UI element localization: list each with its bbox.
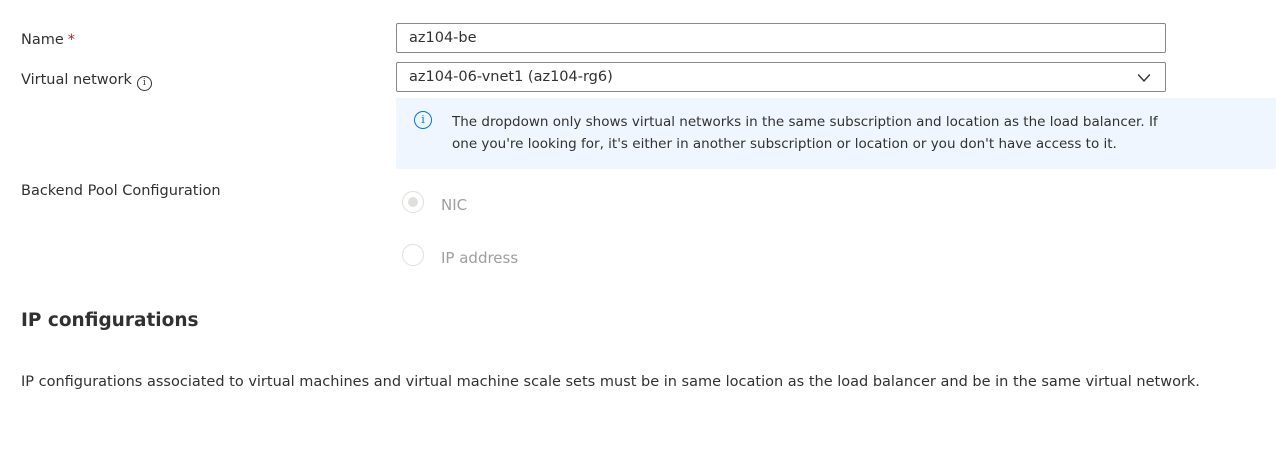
name-input[interactable]: az104-be bbox=[396, 23, 1166, 53]
virtual-network-selected-value: az104-06-vnet1 (az104-rg6) bbox=[409, 69, 613, 85]
radio-ip-address-label: IP address bbox=[441, 249, 519, 267]
virtual-network-info-message: i The dropdown only shows virtual networ… bbox=[396, 98, 1276, 169]
name-label: Name * bbox=[21, 30, 75, 50]
virtual-network-label-text: Virtual network bbox=[21, 72, 132, 88]
backend-pool-form: Name * az104-be Virtual network i az104-06… bbox=[0, 0, 1276, 451]
ip-configurations-heading: IP configurations bbox=[21, 310, 199, 331]
info-icon: i bbox=[414, 111, 432, 129]
info-message-text: The dropdown only shows virtual networks… bbox=[452, 111, 1276, 155]
chevron-down-icon bbox=[1137, 74, 1151, 82]
name-label-text: Name bbox=[21, 32, 64, 48]
info-message-line-2: one you're looking for, it's either in a… bbox=[452, 136, 1117, 152]
ip-configurations-description: IP configurations associated to virtual … bbox=[21, 374, 1200, 390]
radio-nic-label: NIC bbox=[441, 196, 468, 214]
radio-nic[interactable] bbox=[402, 191, 424, 213]
info-message-line-1: The dropdown only shows virtual networks… bbox=[452, 114, 1158, 130]
info-icon[interactable]: i bbox=[136, 76, 152, 91]
name-input-value: az104-be bbox=[409, 30, 477, 46]
virtual-network-select[interactable]: az104-06-vnet1 (az104-rg6) bbox=[396, 62, 1166, 92]
backend-pool-configuration-label: Backend Pool Configuration bbox=[21, 183, 221, 199]
required-asterisk: * bbox=[67, 32, 76, 48]
radio-ip-address[interactable] bbox=[402, 244, 424, 266]
virtual-network-label: Virtual network i bbox=[21, 70, 152, 91]
